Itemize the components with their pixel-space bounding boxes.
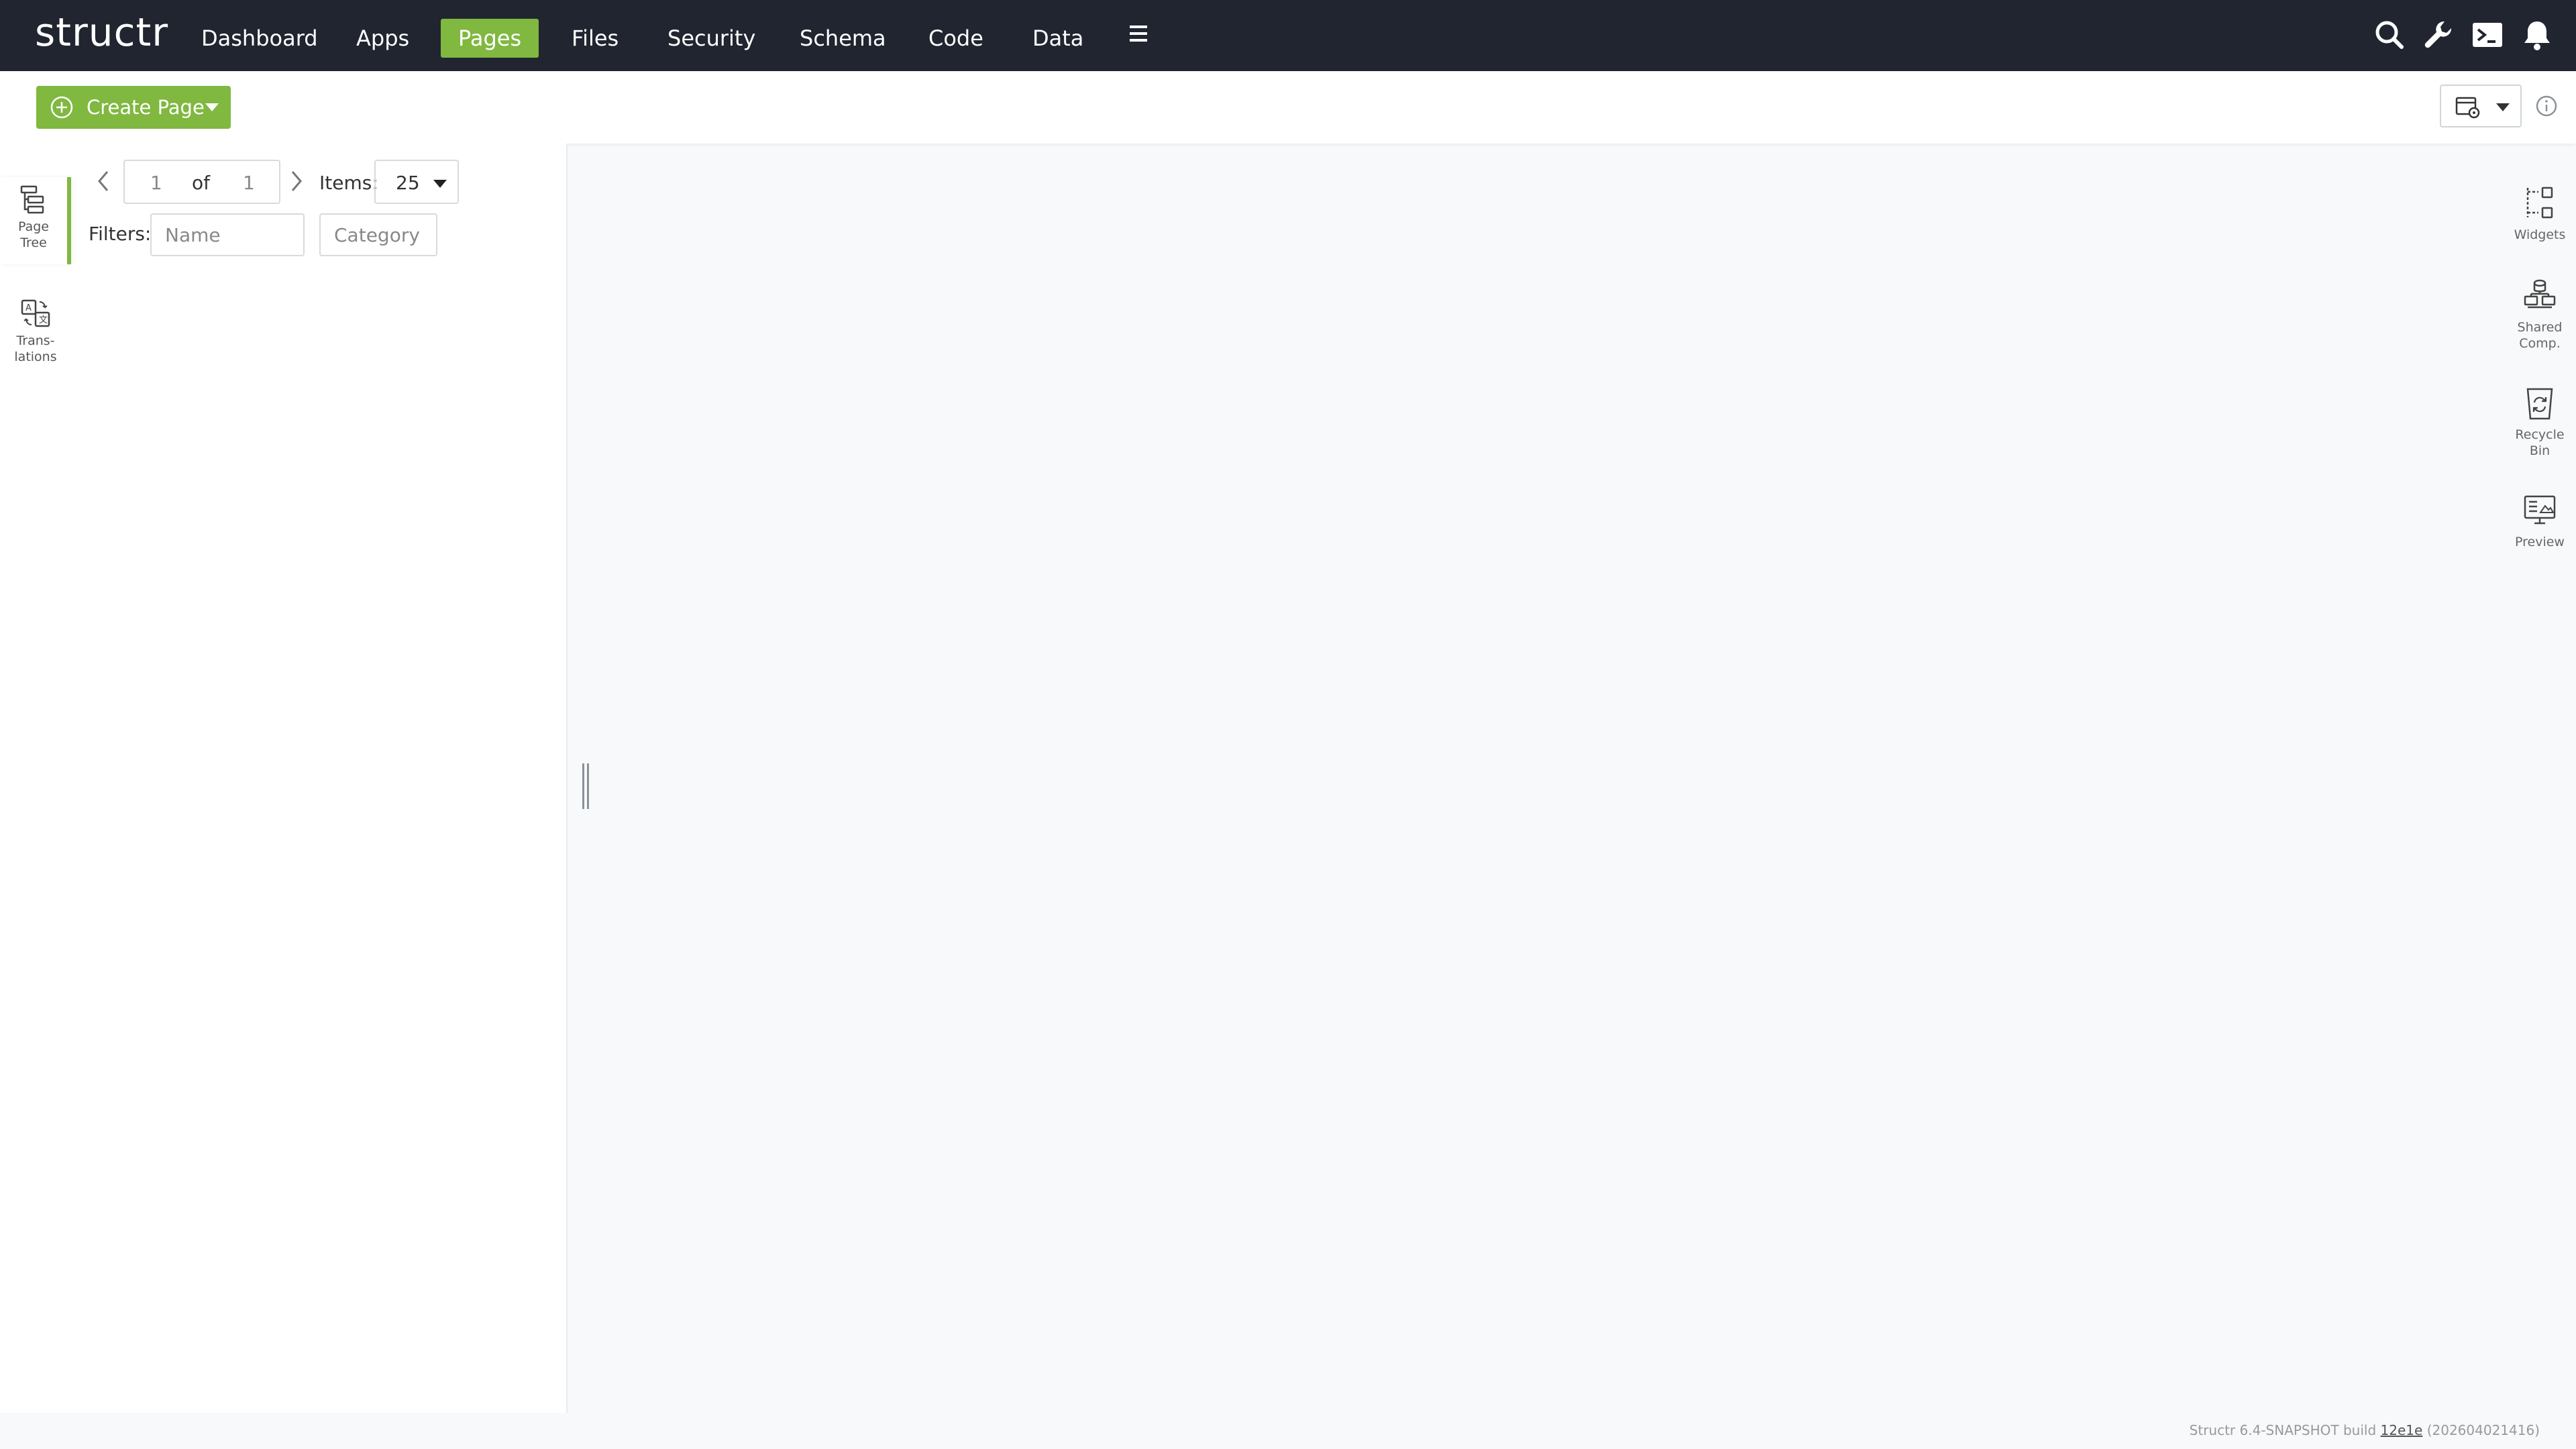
- tab-widgets[interactable]: Widgets: [2506, 185, 2573, 243]
- tab-page-tree-label-1: Page: [18, 219, 49, 234]
- page-tree-panel: Page Tree A 文 Trans- lations 1 of 1 Item…: [0, 144, 568, 1413]
- build-link[interactable]: 12e1e: [2381, 1422, 2423, 1438]
- nav-apps[interactable]: Apps: [339, 19, 427, 58]
- widgets-icon: [2526, 186, 2553, 219]
- page-tree-icon: [20, 185, 44, 214]
- chevron-down-icon: [433, 180, 447, 188]
- svg-text:文: 文: [39, 315, 48, 325]
- category-filter-input[interactable]: [319, 213, 437, 256]
- structr-logo[interactable]: structr: [35, 9, 168, 55]
- recycle-bin-icon: [2526, 388, 2553, 420]
- name-filter-input[interactable]: [150, 213, 305, 256]
- pages-toolbar: Create Page: [0, 71, 2576, 144]
- bell-icon[interactable]: [2520, 16, 2555, 54]
- top-navigation-bar: structr Dashboard Apps Pages Files Secur…: [0, 0, 2576, 71]
- items-per-page-value: 25: [396, 172, 420, 194]
- tab-page-tree[interactable]: Page Tree: [0, 177, 71, 264]
- preview-icon: [2524, 495, 2556, 525]
- chevron-down-icon: [2496, 103, 2510, 111]
- tab-recycle-bin-label-1: Recycle: [2515, 427, 2565, 442]
- nav-schema[interactable]: Schema: [782, 19, 904, 58]
- tab-widgets-label: Widgets: [2514, 227, 2566, 242]
- tab-translations-label-2: lations: [14, 350, 57, 364]
- tab-recycle-bin-label-2: Bin: [2529, 443, 2551, 458]
- tab-shared-components-label-1: Shared: [2517, 320, 2563, 335]
- page-number-box: 1 of 1: [123, 160, 280, 204]
- items-per-page-label: Items:: [319, 172, 378, 194]
- chevron-right-icon[interactable]: [286, 168, 306, 195]
- tab-translations-label-1: Trans-: [16, 333, 55, 348]
- tab-preview-label: Preview: [2515, 535, 2565, 549]
- add-circle-icon: [50, 96, 73, 119]
- tab-translations[interactable]: A 文 Trans- lations: [0, 291, 71, 378]
- create-page-label: Create Page: [87, 96, 205, 119]
- nav-pages[interactable]: Pages: [441, 19, 539, 58]
- tab-page-tree-label-2: Tree: [20, 235, 47, 250]
- build-date: (202604021416): [2426, 1422, 2540, 1438]
- filters-label: Filters:: [89, 223, 152, 245]
- pager-of-label: of: [192, 172, 210, 194]
- search-icon[interactable]: [2372, 16, 2407, 54]
- nav-code[interactable]: Code: [911, 19, 1001, 58]
- tab-preview[interactable]: Preview: [2506, 492, 2573, 550]
- view-selector-dropdown[interactable]: [2440, 85, 2522, 127]
- tab-shared-components-label-2: Comp.: [2519, 336, 2561, 351]
- wrench-icon[interactable]: [2420, 16, 2455, 54]
- hamburger-icon[interactable]: [1130, 25, 1147, 42]
- translations-icon: A 文: [21, 299, 50, 327]
- total-pages: 1: [243, 172, 255, 194]
- nav-dashboard[interactable]: Dashboard: [184, 19, 335, 58]
- terminal-icon[interactable]: [2470, 16, 2505, 54]
- shared-components-icon: [2524, 279, 2556, 309]
- chevron-down-icon[interactable]: [205, 103, 219, 111]
- nav-security[interactable]: Security: [650, 19, 773, 58]
- version-footer: Structr 6.4-SNAPSHOT build 12e1e (202604…: [2190, 1422, 2540, 1438]
- version-prefix: Structr 6.4-SNAPSHOT build: [2189, 1422, 2377, 1438]
- info-icon[interactable]: [2534, 94, 2559, 118]
- panel-resize-handle[interactable]: [582, 763, 590, 809]
- items-per-page-select[interactable]: 25: [374, 160, 459, 204]
- create-page-button[interactable]: Create Page: [36, 86, 231, 129]
- tab-recycle-bin[interactable]: Recycle Bin: [2506, 385, 2573, 459]
- nav-files[interactable]: Files: [554, 19, 636, 58]
- page-settings-icon: [2455, 97, 2480, 119]
- current-page-input[interactable]: 1: [150, 172, 162, 194]
- nav-data[interactable]: Data: [1015, 19, 1101, 58]
- svg-text:A: A: [25, 303, 32, 313]
- chevron-left-icon[interactable]: [94, 168, 114, 195]
- tab-shared-components[interactable]: Shared Comp.: [2506, 278, 2573, 352]
